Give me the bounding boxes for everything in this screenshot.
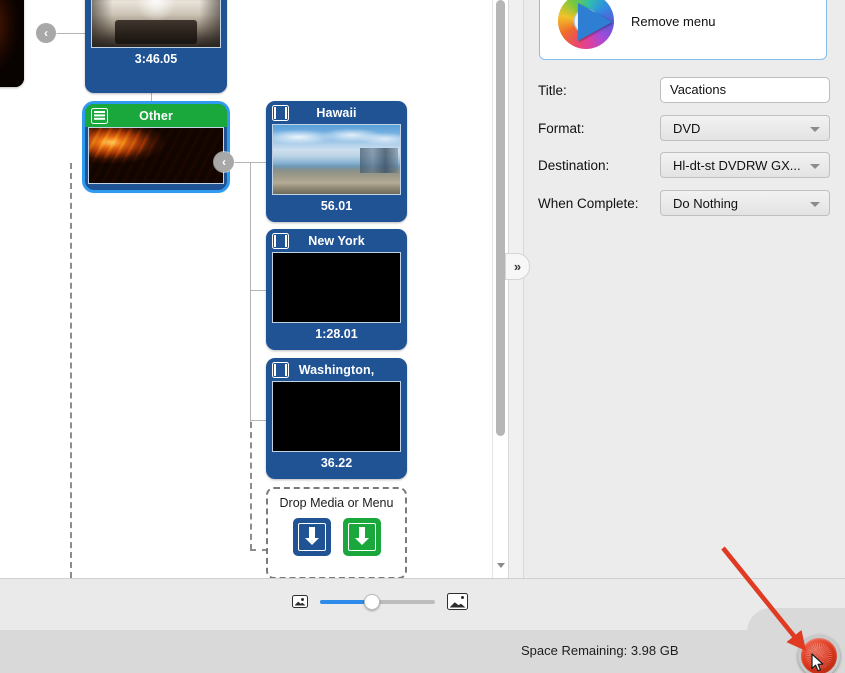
drop-zone[interactable]: Drop Media or Menu [266, 487, 407, 578]
zoom-control-group [292, 593, 468, 610]
tree-node-clip-washington[interactable]: Washington, 36.22 [266, 358, 407, 479]
collapse-button-root[interactable]: ‹ [36, 23, 56, 43]
node-duration: 36.22 [266, 452, 407, 475]
bottom-toolbar [0, 578, 845, 630]
tree-node-clip-room[interactable]: 3:46.05 [85, 0, 227, 93]
project-tree-canvas[interactable]: 3:46.05 Other Hawaii 56.01 [0, 0, 492, 578]
node-thumbnail [272, 252, 401, 323]
node-duration: 3:46.05 [85, 48, 227, 71]
node-header: Washington, [266, 358, 407, 381]
tree-node-menu-other[interactable]: Other [85, 104, 227, 190]
menu-list-icon [91, 108, 108, 124]
remove-menu-card[interactable]: Remove menu [539, 0, 827, 60]
node-thumbnail [88, 127, 224, 184]
form-row-title: Title: Vacations [524, 77, 845, 103]
thumbnail-image [273, 382, 400, 451]
tree-node-clip-new-york[interactable]: New York 1:28.01 [266, 229, 407, 350]
when-complete-label: When Complete: [524, 196, 660, 211]
destination-select[interactable]: Hl-dt-st DVDRW GX... [660, 152, 830, 178]
node-header: Other [85, 104, 227, 127]
mouse-cursor [811, 653, 824, 672]
chevron-down-icon [810, 202, 820, 207]
when-complete-select[interactable]: Do Nothing [660, 190, 830, 216]
form-row-when-complete: When Complete: Do Nothing [524, 190, 845, 216]
destination-label: Destination: [524, 158, 660, 173]
film-icon [272, 105, 289, 121]
image-large-icon[interactable] [447, 593, 468, 610]
form-row-format: Format: DVD [524, 115, 845, 141]
film-icon [272, 362, 289, 378]
connector-line [250, 420, 267, 421]
drop-media-icon[interactable] [293, 518, 331, 556]
scroll-down-arrow-icon[interactable] [497, 563, 505, 568]
chevron-down-icon [810, 164, 820, 169]
node-duration: 56.01 [266, 195, 407, 218]
image-small-icon[interactable] [292, 595, 308, 608]
zoom-slider-knob[interactable] [364, 594, 380, 610]
node-thumbnail [0, 0, 24, 87]
download-arrow-icon [309, 527, 315, 538]
thumbnail-image [92, 0, 220, 47]
node-title: Washington, [289, 363, 384, 377]
tree-node-partial[interactable] [0, 0, 24, 87]
panel-expand-handle[interactable]: » [505, 253, 530, 280]
inspector-panel: Remove menu Title: Vacations Format: DVD… [524, 0, 845, 578]
dvd-disc-play-icon [558, 0, 614, 49]
node-header: Hawaii [266, 101, 407, 124]
dashed-guide [250, 422, 252, 550]
film-icon [272, 233, 289, 249]
format-select-value: DVD [673, 121, 700, 136]
drop-menu-icon[interactable] [343, 518, 381, 556]
tree-vertical-scrollbar[interactable] [492, 0, 507, 578]
zoom-slider[interactable] [320, 600, 435, 604]
node-header: New York [266, 229, 407, 252]
drop-zone-label: Drop Media or Menu [268, 489, 405, 510]
play-triangle-icon [578, 3, 612, 41]
chevron-down-icon [810, 127, 820, 132]
tree-node-clip-hawaii[interactable]: Hawaii 56.01 [266, 101, 407, 222]
when-complete-select-value: Do Nothing [673, 196, 738, 211]
node-thumbnail [91, 0, 221, 48]
connector-line [250, 290, 267, 291]
form-row-destination: Destination: Hl-dt-st DVDRW GX... [524, 152, 845, 178]
node-thumbnail [272, 381, 401, 452]
thumbnail-image [273, 253, 400, 322]
app-window: 3:46.05 Other Hawaii 56.01 [0, 0, 845, 673]
title-label: Title: [524, 83, 660, 98]
space-remaining-label: Space Remaining: 3.98 GB [521, 643, 679, 658]
destination-select-value: Hl-dt-st DVDRW GX... [673, 158, 801, 173]
drop-zone-icons [268, 510, 405, 556]
thumbnail-image [89, 128, 223, 183]
remove-menu-label: Remove menu [631, 14, 716, 29]
node-thumbnail [272, 124, 401, 195]
node-title: Hawaii [289, 106, 384, 120]
title-input[interactable]: Vacations [660, 77, 830, 103]
download-arrow-icon [359, 527, 365, 538]
format-label: Format: [524, 121, 660, 136]
dashed-guide [70, 163, 72, 578]
status-bar: Space Remaining: 3.98 GB [0, 630, 845, 673]
node-title: New York [289, 234, 384, 248]
thumbnail-image [0, 0, 24, 87]
format-select[interactable]: DVD [660, 115, 830, 141]
scrollbar-thumb[interactable] [496, 0, 505, 436]
node-title: Other [108, 109, 204, 123]
node-duration: 1:28.01 [266, 323, 407, 346]
panel-splitter[interactable] [508, 0, 524, 578]
thumbnail-image [273, 125, 400, 194]
collapse-button-other[interactable]: ‹ [214, 152, 234, 172]
connector-line [250, 162, 251, 422]
